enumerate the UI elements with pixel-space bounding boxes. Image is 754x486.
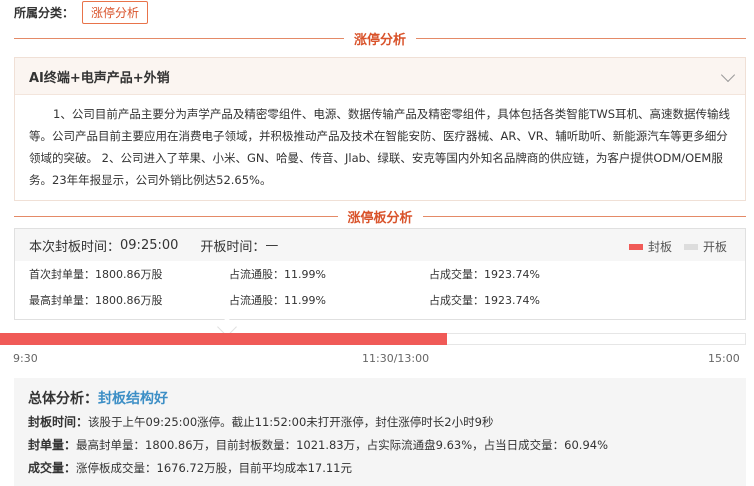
- legend-open-swatch: [683, 243, 698, 250]
- overall-label: 总体分析：: [28, 391, 98, 407]
- overall-analysis-panel: 总体分析：封板结构好 封板时间：该股于上午09:25:00涨停。截止11:52:…: [14, 378, 746, 486]
- analysis-line-seal-volume: 封单量：最高封单量：1800.86万，目前封板数量：1021.83万，占实际流通…: [28, 436, 732, 454]
- first-volume-ratio: 占成交量：1923.74%: [429, 268, 540, 281]
- section-title: 涨停板分析: [347, 210, 413, 226]
- category-label: 所属分类：: [14, 5, 75, 20]
- max-seal-volume: 最高封单量：1800.86万股: [29, 294, 163, 307]
- line-label: 成交量：: [28, 461, 77, 475]
- seal-timeline-bar: [0, 333, 746, 345]
- timeline-end-label: 15:00: [708, 352, 740, 365]
- line-text: 涨停板成交量：1676.72万股，目前平均成本17.11元: [76, 461, 352, 475]
- divider: [14, 215, 338, 217]
- seal-stats-grid: 首次封单量：1800.86万股 占流通股：11.99% 占成交量：1923.74…: [15, 261, 745, 313]
- max-float-ratio: 占流通股：11.99%: [229, 294, 326, 307]
- section-header-limit-board-analysis: 涨停板分析: [14, 206, 747, 226]
- seal-time-value: 09:25:00: [120, 237, 179, 253]
- timeline-mid-label: 11:30/13:00: [362, 352, 430, 365]
- topic-title: AI终端+电声产品+外销: [29, 70, 170, 86]
- category-row: 所属分类： 涨停分析: [14, 0, 149, 24]
- chevron-down-icon[interactable]: [720, 67, 736, 83]
- seal-time-bar: 本次封板时间： 09:25:00 开板时间： — 封板 开板: [15, 229, 745, 261]
- max-volume-ratio: 占成交量：1923.74%: [429, 294, 540, 307]
- divider: [416, 37, 747, 39]
- section-header-limit-up-analysis: 涨停分析: [14, 28, 747, 48]
- open-time-label: 开板时间：: [200, 239, 266, 255]
- legend-open-label: 开板: [702, 240, 727, 254]
- line-label: 封单量：: [28, 438, 77, 452]
- first-float-ratio: 占流通股：11.99%: [229, 268, 326, 281]
- category-tag-button[interactable]: 涨停分析: [82, 0, 149, 24]
- topic-description: 1、公司目前产品主要分为声学产品及精密零组件、电源、数据传输产品及精密零组件，具…: [29, 107, 731, 187]
- timeline-start-label: 9:30: [13, 352, 38, 365]
- analysis-line-seal-time: 封板时间：该股于上午09:25:00涨停。截止11:52:00未打开涨停，封住涨…: [28, 413, 732, 431]
- line-text: 最高封单量：1800.86万，目前封板数量：1021.83万，占实际流通盘9.6…: [76, 438, 609, 452]
- section-title: 涨停分析: [354, 32, 407, 48]
- legend-seal-label: 封板: [647, 240, 672, 254]
- seal-info-panel: 本次封板时间： 09:25:00 开板时间： — 封板 开板 首次封单量：180…: [14, 228, 746, 337]
- sealed-segment: [0, 333, 447, 345]
- topic-header[interactable]: AI终端+电声产品+外销: [15, 58, 745, 95]
- line-text: 该股于上午09:25:00涨停。截止11:52:00未打开涨停，封住涨停时长2小…: [88, 415, 494, 429]
- legend-seal-swatch: [628, 243, 643, 250]
- divider: [422, 215, 747, 217]
- first-seal-volume: 首次封单量：1800.86万股: [29, 268, 163, 281]
- analysis-line-trade-volume: 成交量：涨停板成交量：1676.72万股，目前平均成本17.11元: [28, 459, 732, 477]
- overall-analysis-title: 总体分析：封板结构好: [28, 388, 732, 408]
- overall-verdict: 封板结构好: [98, 391, 168, 407]
- divider: [14, 37, 344, 39]
- topic-panel: AI终端+电声产品+外销 1、公司目前产品主要分为声学产品及精密零组件、电源、数…: [14, 57, 746, 201]
- seal-time-label: 本次封板时间：: [29, 239, 121, 255]
- line-label: 封板时间：: [28, 415, 89, 429]
- legend: 封板 开板: [617, 238, 727, 255]
- open-time-value: —: [265, 237, 279, 253]
